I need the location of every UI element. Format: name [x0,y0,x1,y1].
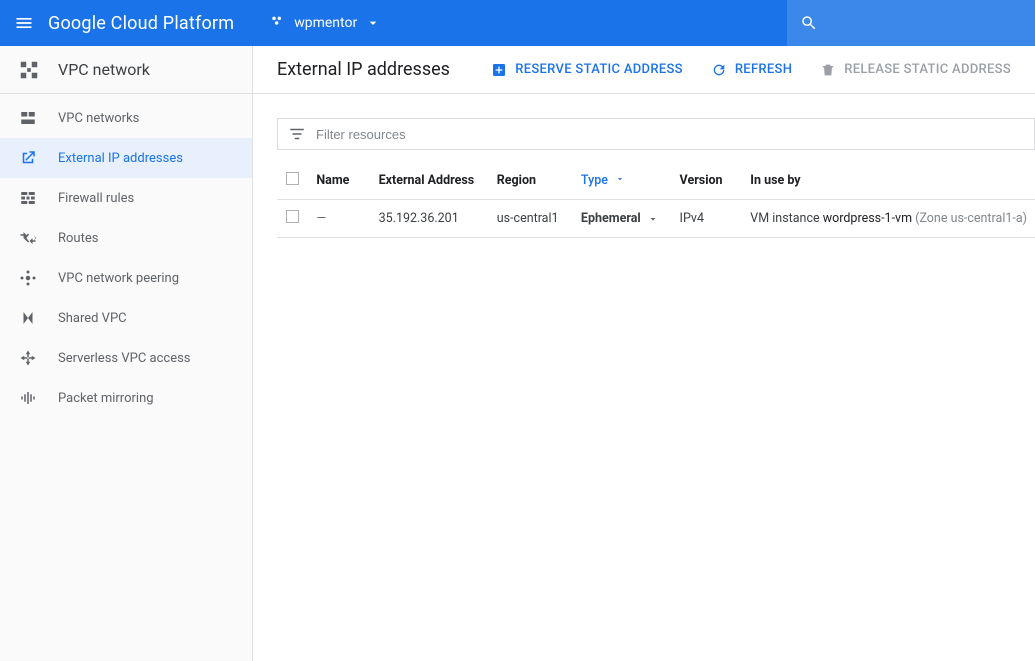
sidebar-item-shared-vpc[interactable]: Shared VPC [0,298,252,338]
sidebar-section-label: VPC network [58,60,150,79]
sidebar-item-label: Packet mirroring [58,391,154,406]
platform-name: Google Cloud Platform [48,13,234,34]
main-area: External IP addresses RESERVE STATIC ADD… [253,46,1035,661]
col-in-use-by[interactable]: In use by [742,162,1035,200]
hamburger-icon [14,13,34,33]
menu-button[interactable] [0,13,48,33]
col-type-label: Type [581,173,608,188]
select-all-checkbox[interactable] [286,172,299,185]
action-bar: External IP addresses RESERVE STATIC ADD… [253,46,1035,94]
dropdown-caret-icon [647,213,659,225]
cell-in-use-by: VM instance wordpress-1-vm (Zone us-cent… [742,200,1035,238]
project-picker[interactable]: wpmentor [258,13,393,33]
add-box-icon [491,62,507,78]
filter-input[interactable] [316,127,1034,142]
routes-icon [19,229,37,247]
filter-icon [288,125,306,143]
sidebar-item-label: Firewall rules [58,191,134,206]
sidebar-item-label: External IP addresses [58,151,183,166]
cell-region: us-central1 [489,200,573,238]
sidebar-item-label: Shared VPC [58,311,127,326]
col-external-address[interactable]: External Address [371,162,489,200]
type-value: Ephemeral [581,211,641,226]
col-region[interactable]: Region [489,162,573,200]
sidebar-item-label: Routes [58,231,98,246]
sidebar-item-label: VPC network peering [58,271,179,286]
action-label: RESERVE STATIC ADDRESS [515,62,683,77]
cell-name: — [316,211,326,226]
refresh-button[interactable]: REFRESH [711,62,792,78]
project-logo-icon [270,13,286,33]
search-input[interactable] [831,15,1035,31]
in-use-target-link[interactable]: wordpress-1-vm [823,211,912,226]
col-type[interactable]: Type [573,162,672,200]
sidebar-item-routes[interactable]: Routes [0,218,252,258]
chevron-down-icon [365,15,381,31]
firewall-icon [19,189,37,207]
peering-icon [19,269,37,287]
col-name[interactable]: Name [308,162,370,200]
search-icon [800,14,818,32]
sort-asc-icon [615,173,625,188]
vpc-networks-icon [19,109,37,127]
trash-icon [820,62,836,78]
action-label: REFRESH [735,62,792,77]
table-row[interactable]: — 35.192.36.201 us-central1 Ephemeral IP… [277,200,1035,238]
in-use-zone: (Zone us-central1-a) [912,211,1027,226]
sidebar-item-serverless[interactable]: Serverless VPC access [0,338,252,378]
sidebar-item-vpc-networks[interactable]: VPC networks [0,98,252,138]
sidebar-section-title: VPC network [0,46,252,94]
vpc-network-icon [18,59,40,81]
topbar: Google Cloud Platform wpmentor [0,0,1035,46]
reserve-static-address-button[interactable]: RESERVE STATIC ADDRESS [491,62,683,78]
action-label: RELEASE STATIC ADDRESS [844,62,1011,77]
mirroring-icon [19,389,37,407]
release-static-address-button: RELEASE STATIC ADDRESS [820,62,1011,78]
ip-table: Name External Address Region Type Versio… [277,162,1035,238]
sidebar-item-external-ip[interactable]: External IP addresses [0,138,252,178]
filter-bar[interactable] [277,118,1035,150]
refresh-icon [711,62,727,78]
sidebar-item-label: Serverless VPC access [58,351,191,366]
cell-external-address: 35.192.36.201 [371,200,489,238]
logo-area[interactable]: Google Cloud Platform [48,13,258,34]
col-version[interactable]: Version [672,162,743,200]
sidebar-item-peering[interactable]: VPC network peering [0,258,252,298]
sidebar: VPC network VPC networks External IP add… [0,46,253,661]
row-checkbox[interactable] [286,210,299,223]
search-bar[interactable] [787,0,1035,46]
sidebar-item-mirroring[interactable]: Packet mirroring [0,378,252,418]
in-use-prefix: VM instance [750,211,822,226]
page-title: External IP addresses [277,59,450,80]
external-ip-icon [19,149,37,167]
shared-vpc-icon [19,309,37,327]
type-dropdown[interactable]: Ephemeral [581,211,659,226]
sidebar-item-firewall[interactable]: Firewall rules [0,178,252,218]
sidebar-item-label: VPC networks [58,111,139,126]
project-name: wpmentor [294,15,357,31]
serverless-icon [19,349,37,367]
cell-version: IPv4 [672,200,743,238]
